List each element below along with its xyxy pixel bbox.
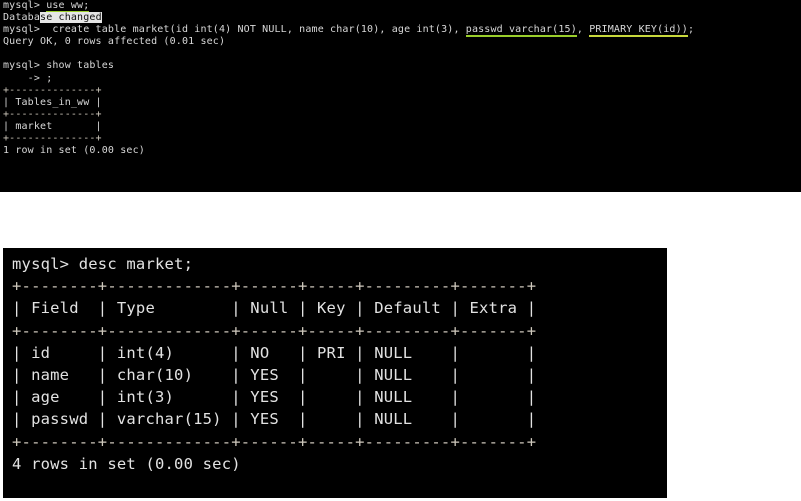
terminal-line: | passwd | varchar(15) | YES | | NULL | … [3,408,667,430]
terminal-span-ul-green: passwd varchar(15) [465,24,577,38]
terminal-span: Databa [3,12,41,24]
terminal-span: -> ; [3,72,53,84]
terminal-line: +--------------+ [0,85,801,97]
terminal-line: +--------+-------------+------+-----+---… [3,431,667,453]
terminal-span: mysql> desc market; [12,255,194,273]
terminal-span: | market | [3,120,102,132]
terminal-span-rule: +--------+-------------+------+-----+---… [12,277,537,296]
terminal-span: 1 row in set (0.00 sec) [3,145,145,157]
terminal-line: Query OK, 0 rows affected (0.01 sec) [0,36,801,48]
terminal-span: | name | char(10) | YES | | NULL | | [12,365,537,384]
terminal-span: | Tables_in_ww | [3,96,102,108]
terminal-span: ; [687,24,695,36]
terminal-span-rule: +--------+-------------+------+-----+---… [12,432,537,451]
terminal-span-rule: +--------------+ [3,108,102,120]
terminal-line: | id | int(4) | NO | PRI | NULL | | [3,342,667,364]
terminal-line: mysql> create table market(id int(4) NOT… [0,24,801,38]
terminal-line: | age | int(3) | YES | | NULL | | [3,386,667,408]
terminal-span: mysql> [3,0,47,11]
terminal-span: mysql> show tables [3,60,115,72]
terminal-line: | name | char(10) | YES | | NULL | | [3,364,667,386]
terminal-line: +--------+-------------+------+-----+---… [3,320,667,342]
terminal-line: 1 row in set (0.00 sec) [0,145,801,157]
terminal-span: | id | int(4) | NO | PRI | NULL | | [12,343,537,362]
terminal-span: | age | int(3) | YES | | NULL | | [12,388,537,407]
terminal-span-ul-yellow: PRIMARY KEY(id)) [589,24,688,38]
terminal-span-ul-green: use ww; [46,0,90,14]
terminal-line: | Tables_in_ww | [0,97,801,109]
terminal-span: mysql> create table market(id int(4) NOT… [3,24,466,36]
terminal-window-bottom[interactable]: mysql> desc market; +--------+-----------… [3,248,667,498]
terminal-line: mysql> desc market; [3,253,667,275]
terminal-line: | Field | Type | Null | Key | Default | … [3,297,667,319]
terminal-line: +--------+-------------+------+-----+---… [3,275,667,297]
terminal-span: | Field | Type | Null | Key | Default | … [12,299,537,318]
terminal-line: -> ; [0,73,801,85]
terminal-line: | market | [0,121,801,133]
terminal-span: 4 rows in set (0.00 sec) [12,454,241,473]
terminal-window-top[interactable]: mysql> use ww; Database changed mysql> cre… [0,0,801,192]
terminal-span-sel-hi: se changed [40,12,102,24]
terminal-span-rule: +--------------+ [3,84,102,96]
terminal-span: | passwd | varchar(15) | YES | | NULL | … [12,410,537,429]
terminal-span-rule: +--------+-------------+------+-----+---… [12,321,537,340]
terminal-line: 4 rows in set (0.00 sec) [3,453,667,475]
terminal-line: +--------------+ [0,109,801,121]
terminal-line: Database changed [0,12,801,24]
terminal-line: mysql> use ww; [0,0,801,14]
terminal-line: +--------------+ [0,133,801,145]
terminal-line: mysql> show tables [0,60,801,72]
terminal-span-rule: +--------------+ [3,133,102,145]
terminal-span: Query OK, 0 rows affected (0.01 sec) [3,36,226,48]
terminal-span: , [576,24,590,36]
